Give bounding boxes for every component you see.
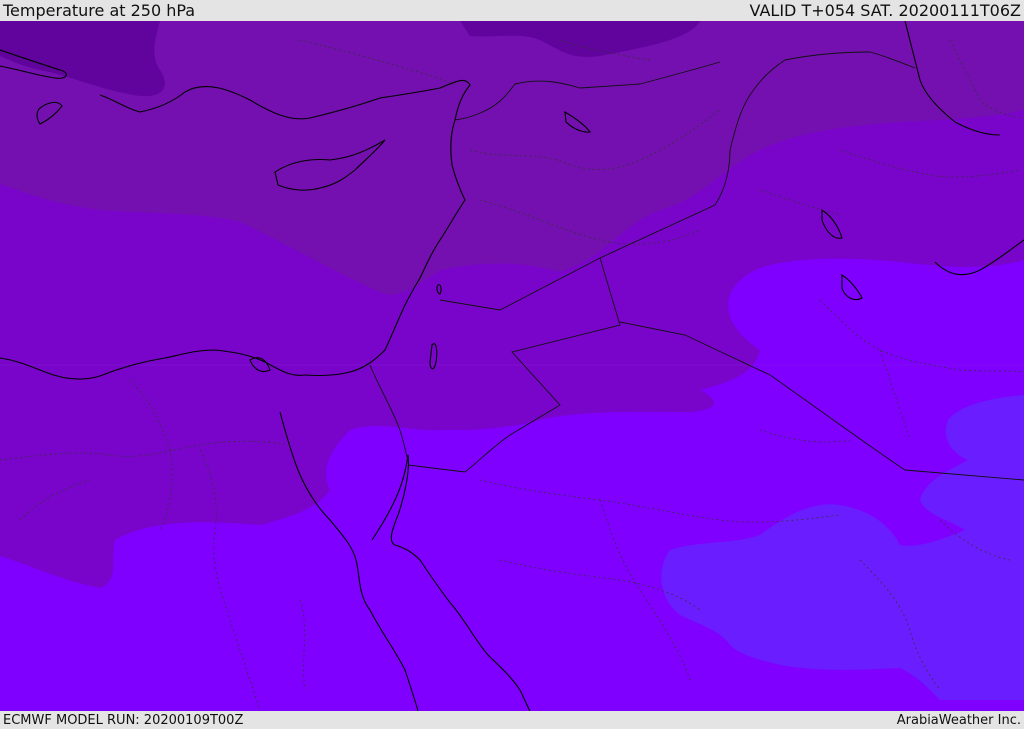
- credit-label: ArabiaWeather Inc.: [896, 712, 1021, 728]
- map-canvas: [0, 21, 1024, 711]
- model-run-label: ECMWF MODEL RUN: 20200109T00Z: [3, 712, 244, 728]
- bottom-bar: ECMWF MODEL RUN: 20200109T00Z ArabiaWeat…: [0, 711, 1024, 729]
- top-bar: Temperature at 250 hPa VALID T+054 SAT. …: [0, 0, 1024, 21]
- temperature-map[interactable]: [0, 21, 1024, 711]
- valid-time-label: VALID T+054 SAT. 20200111T06Z: [749, 1, 1021, 20]
- map-title: Temperature at 250 hPa: [3, 1, 196, 20]
